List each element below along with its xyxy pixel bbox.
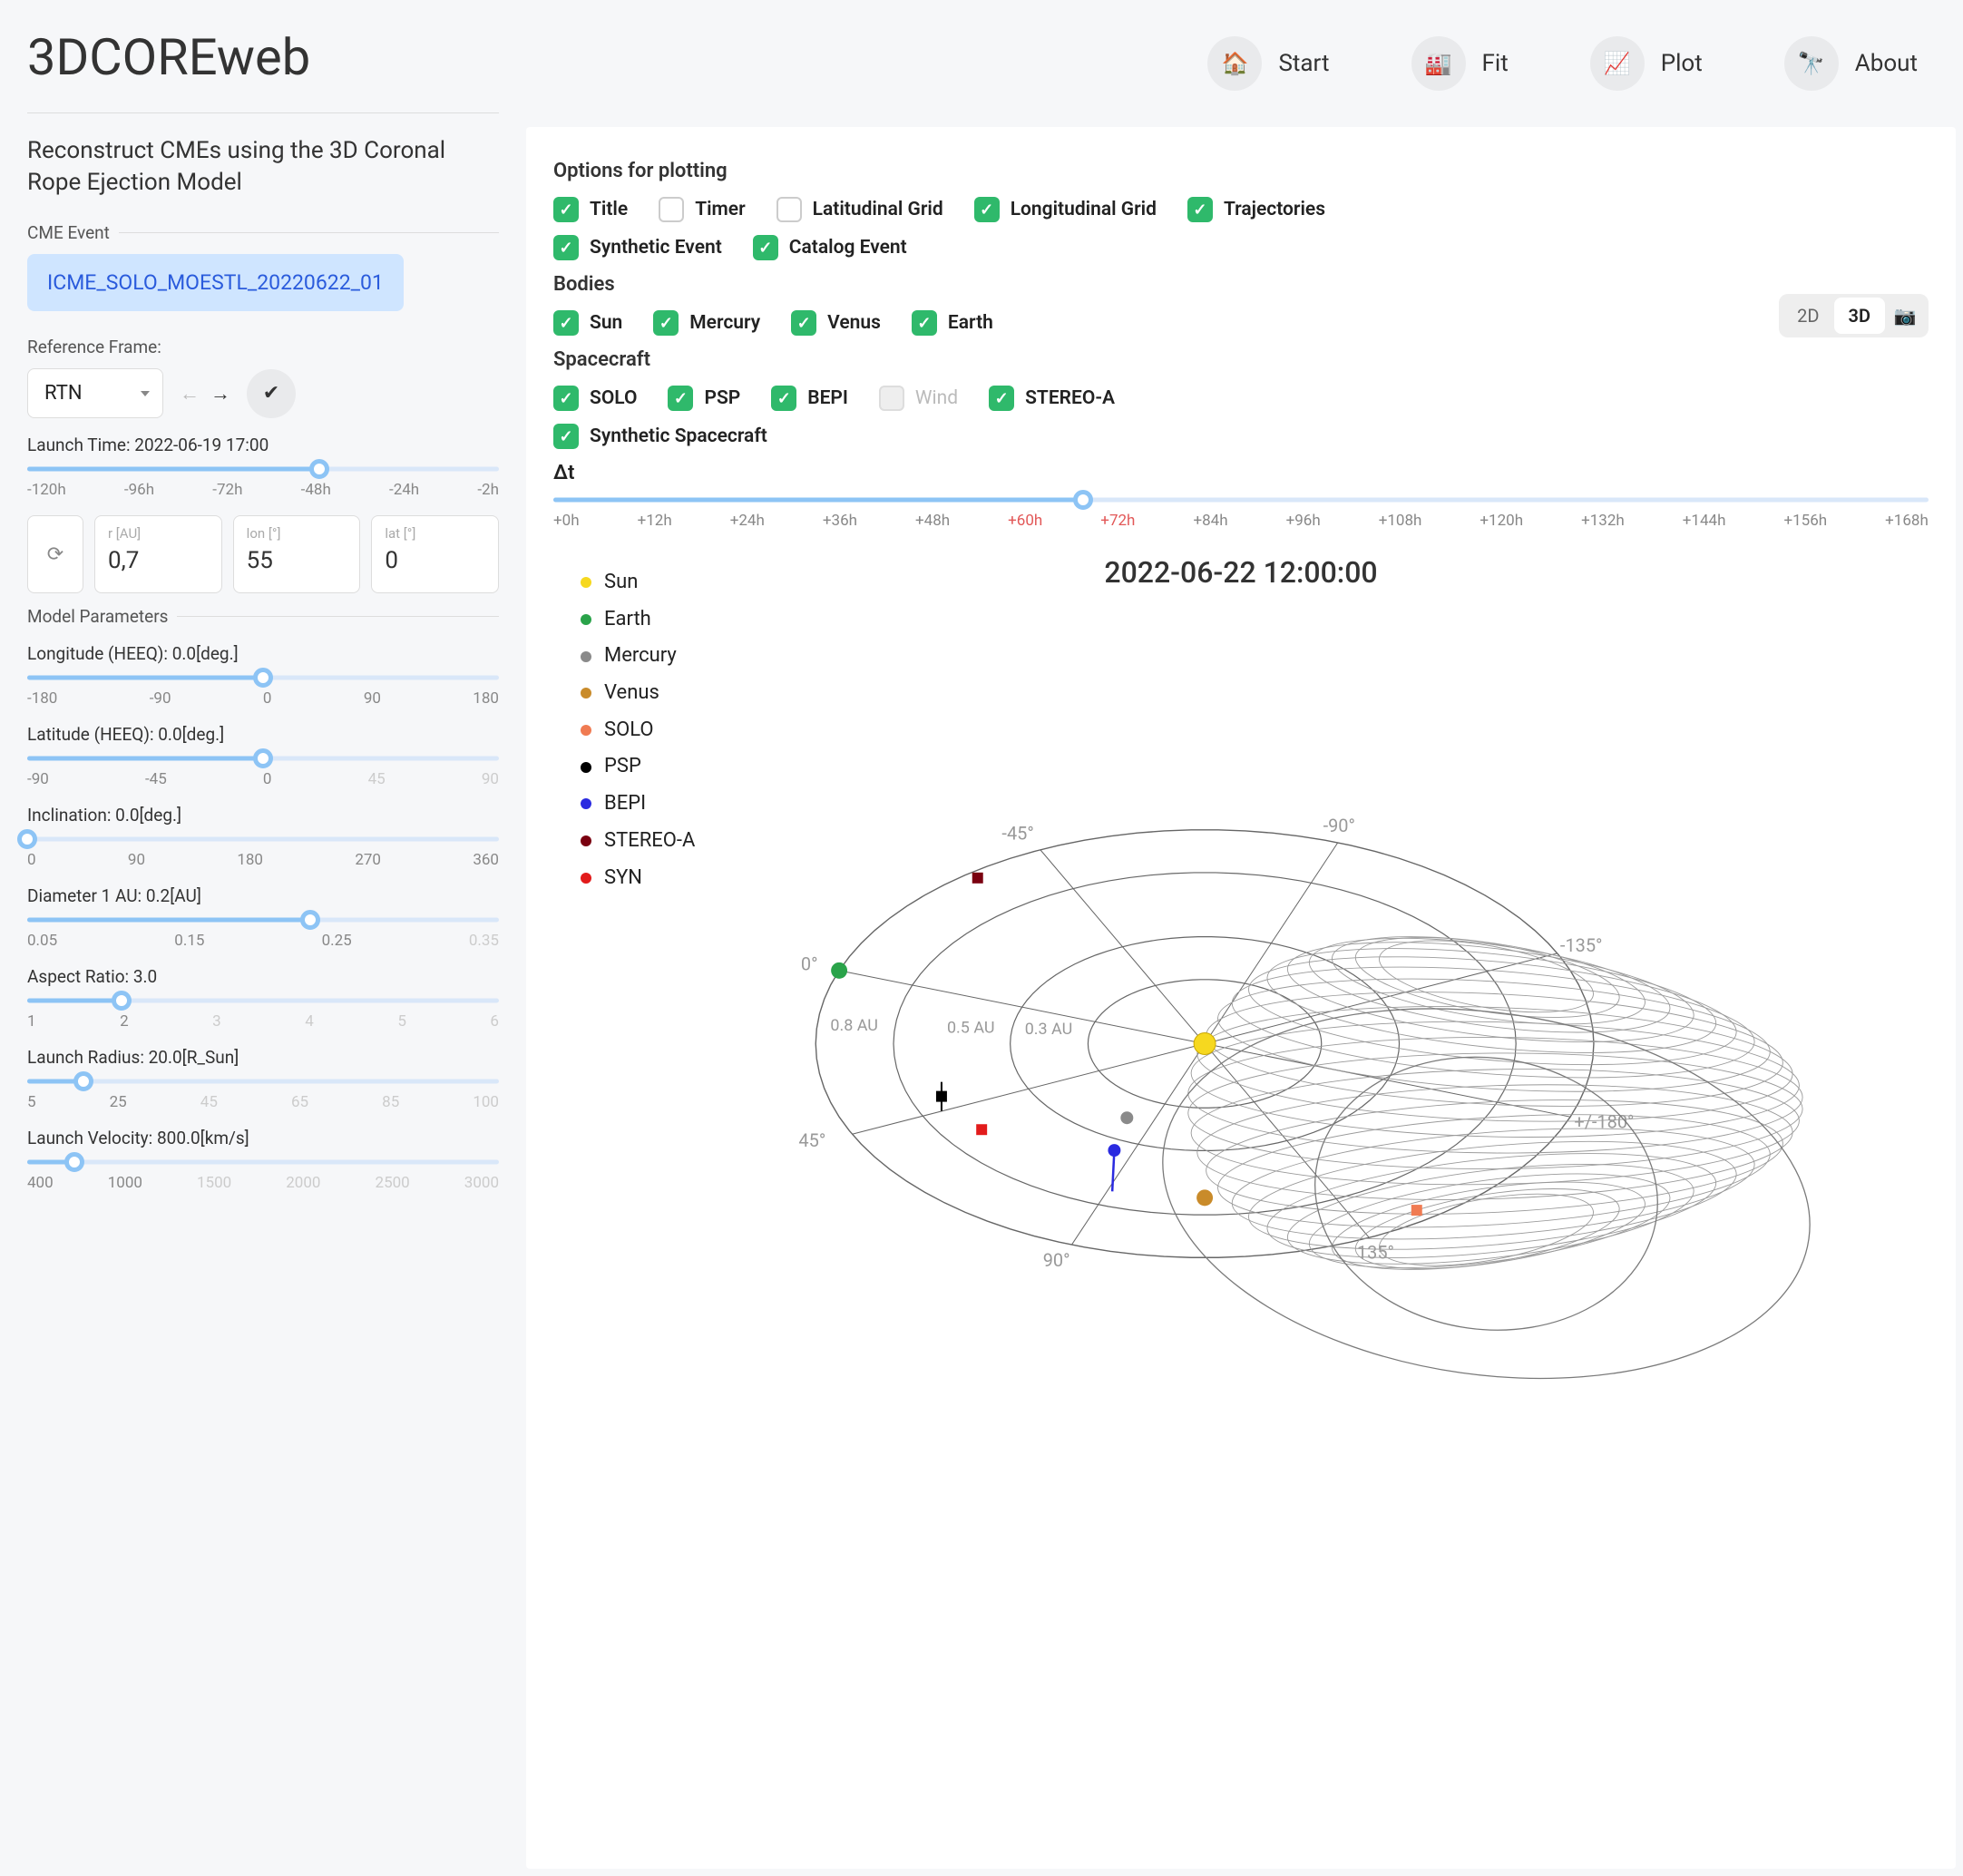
svg-text:-45°: -45° bbox=[1001, 824, 1033, 845]
view-toggle: 2D 3D 📷 bbox=[1779, 294, 1929, 337]
top-nav: 🏠 Start 🏭 Fit 📈 Plot 🔭 About bbox=[526, 0, 1963, 127]
checkbox-synthetic-spacecraft[interactable]: ✓Synthetic Spacecraft bbox=[553, 424, 767, 449]
spacecraft-label: Spacecraft bbox=[553, 348, 1929, 371]
cme-event-chip[interactable]: ICME_SOLO_MOESTL_20220622_01 bbox=[27, 254, 404, 311]
options-title: Options for plotting bbox=[553, 160, 1929, 182]
checkbox-solo[interactable]: ✓SOLO bbox=[553, 386, 637, 411]
nav-about[interactable]: 🔭 About bbox=[1784, 36, 1918, 91]
plot-area[interactable]: 2022-06-22 12:00:00 SunEarthMercuryVenus… bbox=[553, 537, 1929, 1535]
checkbox-venus[interactable]: ✓Venus bbox=[791, 310, 881, 336]
dt-label: Δt bbox=[553, 462, 1929, 484]
lon-input[interactable]: lon [°] 55 bbox=[233, 515, 361, 593]
dt-slider[interactable] bbox=[553, 493, 1929, 506]
svg-text:-135°: -135° bbox=[1560, 935, 1603, 956]
checkbox-wind: Wind bbox=[879, 386, 958, 411]
svg-text:45°: 45° bbox=[798, 1130, 825, 1151]
checkbox-latitudinal-grid[interactable]: Latitudinal Grid bbox=[776, 197, 943, 222]
telescope-icon: 🔭 bbox=[1784, 36, 1839, 91]
fit-icon: 🏭 bbox=[1411, 36, 1466, 91]
checkbox-longitudinal-grid[interactable]: ✓Longitudinal Grid bbox=[974, 197, 1157, 222]
checkbox-sun[interactable]: ✓Sun bbox=[553, 310, 622, 336]
svg-text:90°: 90° bbox=[1043, 1250, 1070, 1271]
svg-text:0°: 0° bbox=[801, 953, 818, 974]
param-slider-2[interactable]: Inclination: 0.0[deg.]090180270360 bbox=[27, 805, 499, 869]
toggle-3d[interactable]: 3D bbox=[1834, 298, 1885, 334]
checkbox-catalog-event[interactable]: ✓Catalog Event bbox=[753, 235, 907, 260]
checkbox-timer[interactable]: Timer bbox=[659, 197, 745, 222]
toggle-2d[interactable]: 2D bbox=[1782, 298, 1833, 334]
refresh-button[interactable]: ⟳ bbox=[27, 515, 83, 593]
reference-frame-label: Reference Frame: bbox=[27, 337, 499, 357]
svg-text:-90°: -90° bbox=[1323, 816, 1355, 836]
r-input[interactable]: r [AU] 0,7 bbox=[94, 515, 222, 593]
param-slider-4[interactable]: Aspect Ratio: 3.0123456 bbox=[27, 966, 499, 1031]
checkbox-trajectories[interactable]: ✓Trajectories bbox=[1187, 197, 1325, 222]
nav-fit[interactable]: 🏭 Fit bbox=[1411, 36, 1509, 91]
param-slider-1[interactable]: Latitude (HEEQ): 0.0[deg.]-90-4504590 bbox=[27, 724, 499, 788]
launch-time-slider[interactable]: Launch Time: 2022-06-19 17:00 -120h-96h-… bbox=[27, 435, 499, 499]
svg-text:0.8 AU: 0.8 AU bbox=[830, 1016, 878, 1035]
checkbox-stereo-a[interactable]: ✓STEREO-A bbox=[989, 386, 1115, 411]
checkbox-synthetic-event[interactable]: ✓Synthetic Event bbox=[553, 235, 722, 260]
nav-start[interactable]: 🏠 Start bbox=[1207, 36, 1329, 91]
prev-event-icon[interactable]: ← bbox=[176, 382, 203, 405]
content-panel: Options for plotting ✓Title Timer Latitudi… bbox=[526, 127, 1956, 1869]
cme-event-label: CME Event bbox=[27, 222, 499, 243]
app-title: 3DCOREweb bbox=[27, 27, 499, 87]
heliosphere-chart: 0.3 AU0.5 AU0.8 AU0°45°90°135°+/-180°-13… bbox=[553, 537, 1929, 1532]
confirm-button[interactable]: ✔ bbox=[247, 369, 296, 418]
home-icon: 🏠 bbox=[1207, 36, 1262, 91]
checkbox-mercury[interactable]: ✓Mercury bbox=[653, 310, 760, 336]
param-slider-0[interactable]: Longitude (HEEQ): 0.0[deg.]-180-90090180 bbox=[27, 643, 499, 708]
tagline: Reconstruct CMEs using the 3D Coronal Ro… bbox=[27, 135, 499, 199]
camera-icon[interactable]: 📷 bbox=[1885, 305, 1925, 327]
svg-text:0.3 AU: 0.3 AU bbox=[1025, 1020, 1073, 1039]
checkbox-title[interactable]: ✓Title bbox=[553, 197, 628, 222]
param-slider-6[interactable]: Launch Velocity: 800.0[km/s]400100015002… bbox=[27, 1128, 499, 1192]
lat-input[interactable]: lat [°] 0 bbox=[371, 515, 499, 593]
checkbox-bepi[interactable]: ✓BEPI bbox=[771, 386, 848, 411]
svg-text:0.5 AU: 0.5 AU bbox=[947, 1018, 995, 1037]
svg-text:135°: 135° bbox=[1357, 1242, 1394, 1263]
checkbox-earth[interactable]: ✓Earth bbox=[912, 310, 993, 336]
model-parameters-label: Model Parameters bbox=[27, 606, 499, 627]
checkbox-psp[interactable]: ✓PSP bbox=[668, 386, 740, 411]
param-slider-5[interactable]: Launch Radius: 20.0[R_Sun]525456585100 bbox=[27, 1047, 499, 1111]
next-event-icon[interactable]: → bbox=[207, 382, 234, 405]
param-slider-3[interactable]: Diameter 1 AU: 0.2[AU]0.050.150.250.35 bbox=[27, 885, 499, 950]
plot-icon: 📈 bbox=[1590, 36, 1645, 91]
reference-frame-select[interactable]: RTN bbox=[27, 368, 163, 418]
nav-plot[interactable]: 📈 Plot bbox=[1590, 36, 1703, 91]
sidebar: 3DCOREweb Reconstruct CMEs using the 3D … bbox=[0, 0, 526, 1876]
bodies-label: Bodies bbox=[553, 273, 1929, 296]
